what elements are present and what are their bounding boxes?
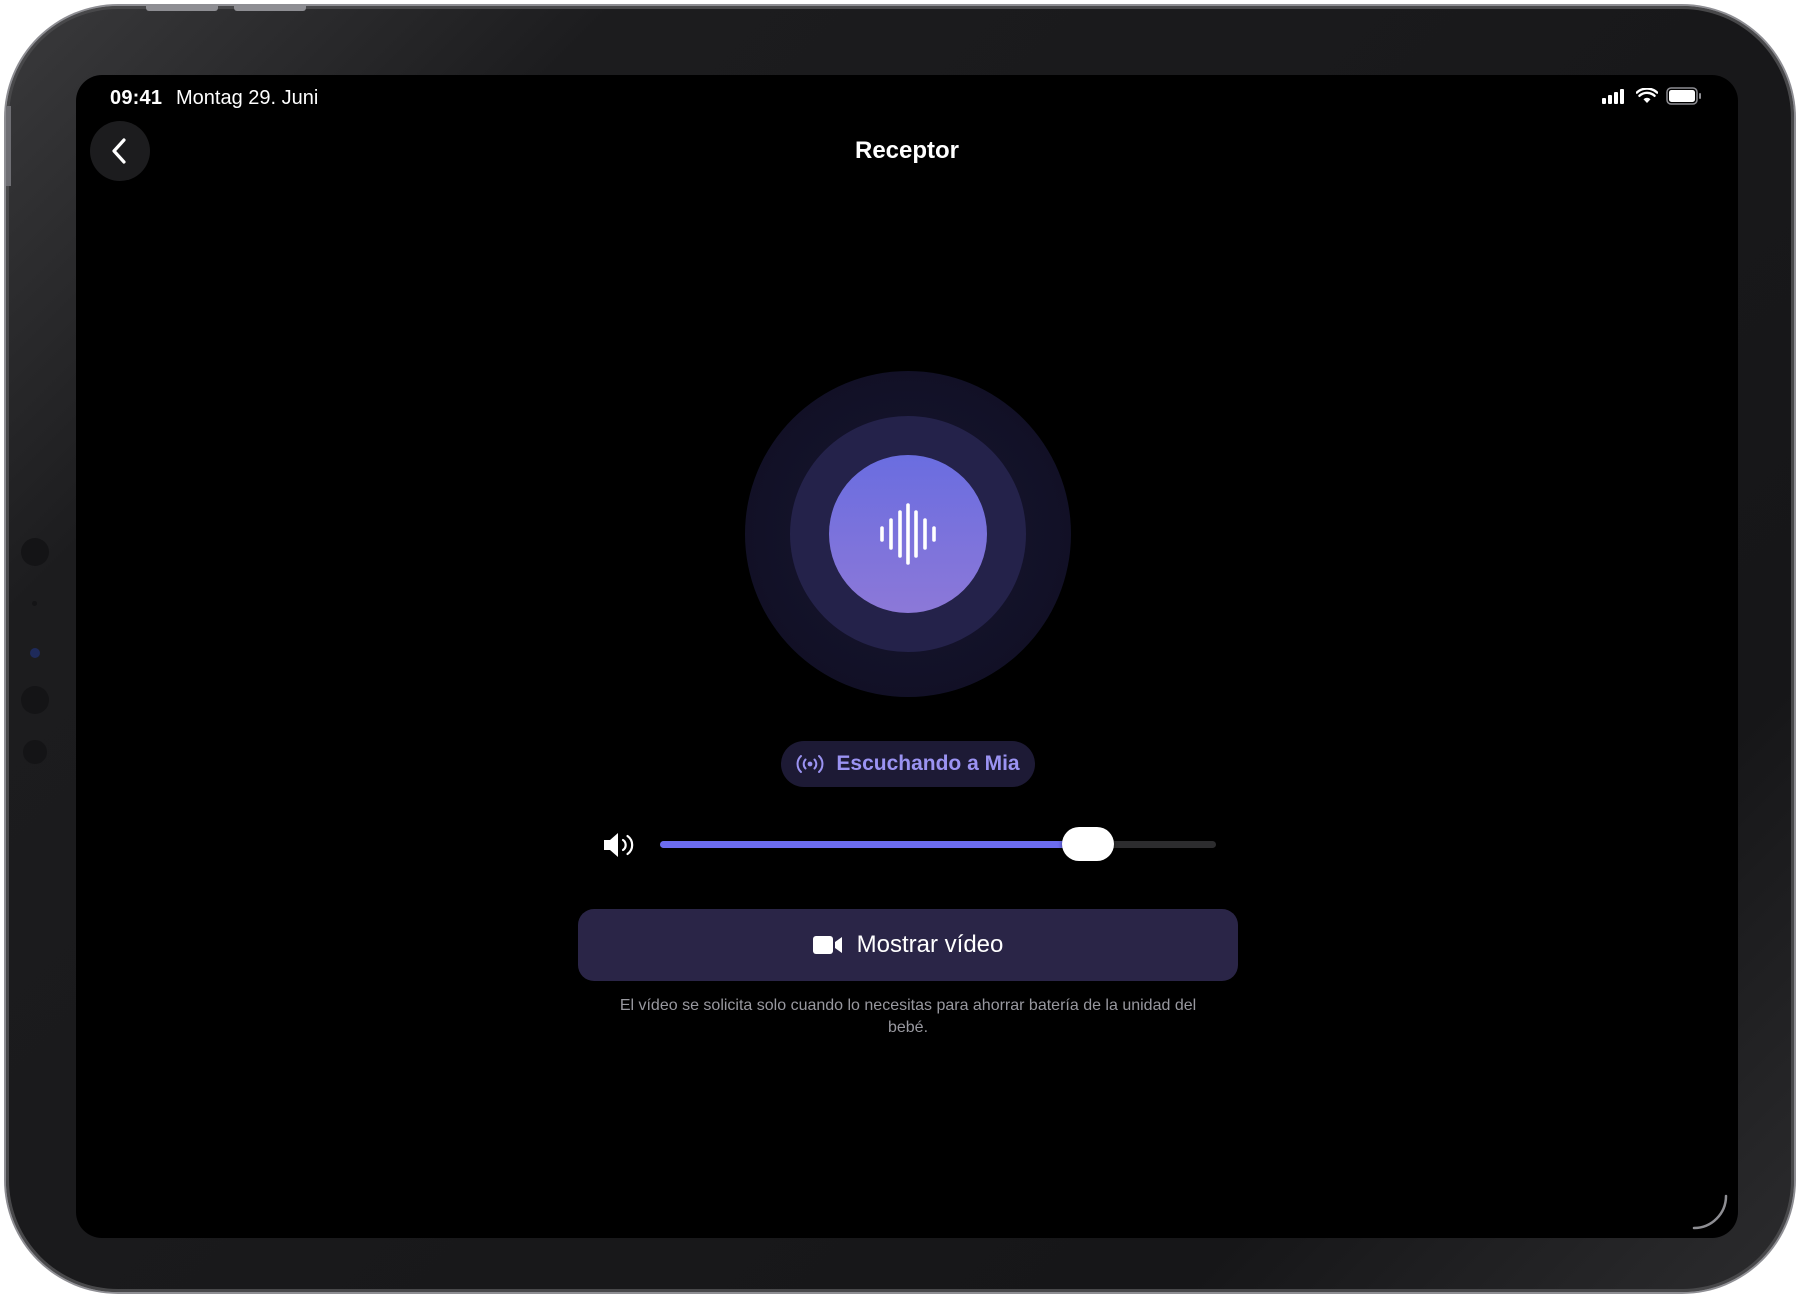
sensor-dot	[23, 740, 47, 764]
ipad-frame: 09:41 Montag 29. Juni Receptor Escuchand…	[6, 6, 1794, 1292]
listening-status-badge: Escuchando a Mia	[781, 741, 1035, 787]
volume-slider[interactable]	[660, 827, 1216, 861]
signal-icon	[1602, 89, 1624, 104]
video-hint-text: El vídeo se solicita solo cuando lo nece…	[619, 997, 1197, 1036]
sensor-dot	[32, 601, 37, 606]
show-video-button[interactable]: Mostrar vídeo	[578, 909, 1238, 981]
volume-slider-fill	[660, 841, 1089, 848]
waveform-icon	[880, 503, 936, 565]
listening-indicator	[829, 455, 987, 613]
broadcast-icon	[797, 755, 824, 773]
volume-up-hardware-button	[146, 6, 218, 11]
volume-slider-thumb[interactable]	[1062, 827, 1115, 861]
listening-status-label: Escuchando a Mia	[836, 752, 1020, 775]
volume-down-hardware-button	[234, 6, 306, 11]
video-camera-icon	[812, 936, 842, 954]
volume-control	[602, 830, 636, 860]
front-camera	[30, 648, 40, 658]
battery-icon	[1666, 87, 1701, 105]
speaker-icon	[604, 833, 634, 857]
status-icons	[1602, 87, 1702, 105]
sensor-dot	[21, 686, 49, 714]
wifi-icon	[1636, 88, 1658, 103]
sensor-dot	[21, 538, 49, 566]
app-screen: 09:41 Montag 29. Juni Receptor Escuchand…	[76, 75, 1738, 1238]
screen-corner-glare	[1692, 1194, 1728, 1230]
status-date: Montag 29. Juni	[176, 87, 319, 109]
status-time: 09:41	[110, 87, 163, 109]
side-hardware-button	[6, 106, 11, 186]
show-video-label: Mostrar vídeo	[856, 931, 1004, 958]
page-title: Receptor	[854, 137, 960, 164]
